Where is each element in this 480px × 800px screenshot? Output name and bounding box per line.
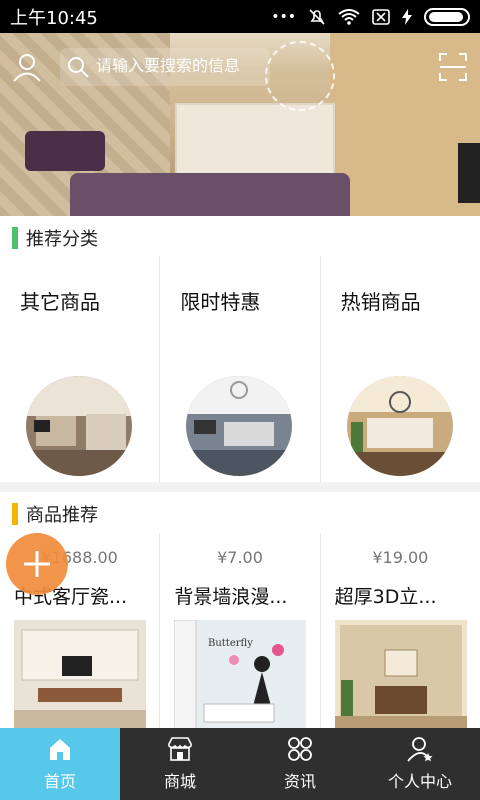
search-icon xyxy=(68,57,89,78)
sim-off-icon xyxy=(372,8,390,25)
status-bar: 上午10:45 ••• xyxy=(0,0,480,33)
product-image xyxy=(334,620,467,728)
nav-item-news[interactable]: 资讯 xyxy=(240,728,360,800)
battery-icon xyxy=(424,7,470,26)
search-input[interactable] xyxy=(96,58,266,76)
nav-item-profile[interactable]: 个人中心 xyxy=(360,728,480,800)
status-time: 上午10:45 xyxy=(10,7,98,29)
products-title: 商品推荐 xyxy=(26,504,98,526)
banner-tv xyxy=(458,143,480,203)
nav-label: 商城 xyxy=(163,772,196,791)
category-label: 热销商品 xyxy=(340,290,421,314)
product-image: Butterfly xyxy=(174,620,307,728)
nav-label: 首页 xyxy=(43,772,76,791)
scan-button[interactable] xyxy=(438,52,468,82)
nav-item-home[interactable]: 首页 xyxy=(0,728,120,800)
scan-icon xyxy=(439,53,467,81)
grid-icon xyxy=(288,737,312,761)
product-price: ¥19.00 xyxy=(372,548,429,567)
plus-icon xyxy=(24,551,50,577)
charging-icon xyxy=(402,8,412,25)
product-image xyxy=(14,620,146,728)
user-button[interactable] xyxy=(12,52,42,82)
category-item-other[interactable]: 其它商品 xyxy=(0,256,161,482)
store-icon xyxy=(168,737,192,761)
nav-label: 资讯 xyxy=(283,772,316,791)
more-dots-icon: ••• xyxy=(271,8,296,25)
category-label: 限时特惠 xyxy=(180,290,261,314)
category-label: 其它商品 xyxy=(20,290,100,314)
user-icon xyxy=(13,54,41,82)
product-card[interactable]: ¥19.00 超厚3D立... xyxy=(321,534,480,728)
banner-lamp xyxy=(25,131,105,171)
product-grid: ¥1688.00 中式客厅瓷... ¥7.00 背景墙浪漫... Butterf… xyxy=(0,534,480,728)
category-thumbnail xyxy=(346,376,453,476)
category-item-hot-sale[interactable]: 热销商品 xyxy=(321,256,480,482)
user-star-icon xyxy=(407,737,433,762)
categories-header: 推荐分类 xyxy=(0,216,480,260)
products-accent-bar xyxy=(12,502,18,525)
wifi-icon xyxy=(338,8,360,25)
mute-bell-icon xyxy=(309,8,325,25)
category-thumbnail xyxy=(186,376,293,476)
status-icons: ••• xyxy=(271,7,470,26)
product-name: 背景墙浪漫... xyxy=(174,586,288,608)
products-header: 商品推荐 xyxy=(0,492,480,536)
banner-chandelier xyxy=(265,41,335,111)
product-card[interactable]: ¥7.00 背景墙浪漫... Butterfly xyxy=(160,534,321,728)
categories-accent-bar xyxy=(12,226,18,249)
categories-title: 推荐分类 xyxy=(26,228,98,250)
add-fab-button[interactable] xyxy=(6,533,68,595)
home-icon xyxy=(50,739,70,760)
search-bar[interactable] xyxy=(60,48,270,86)
product-price: ¥7.00 xyxy=(217,548,263,567)
bottom-nav: 首页 商城 资讯 个人中心 xyxy=(0,728,480,800)
category-grid: 其它商品 限时特惠 热销商品 xyxy=(0,256,480,482)
product-name: 超厚3D立... xyxy=(334,586,437,608)
decal-script: Butterfly xyxy=(208,638,253,649)
nav-label: 个人中心 xyxy=(387,772,452,791)
nav-item-store[interactable]: 商城 xyxy=(120,728,240,800)
category-item-limited-deals[interactable]: 限时特惠 xyxy=(160,256,321,482)
category-thumbnail xyxy=(26,376,132,476)
